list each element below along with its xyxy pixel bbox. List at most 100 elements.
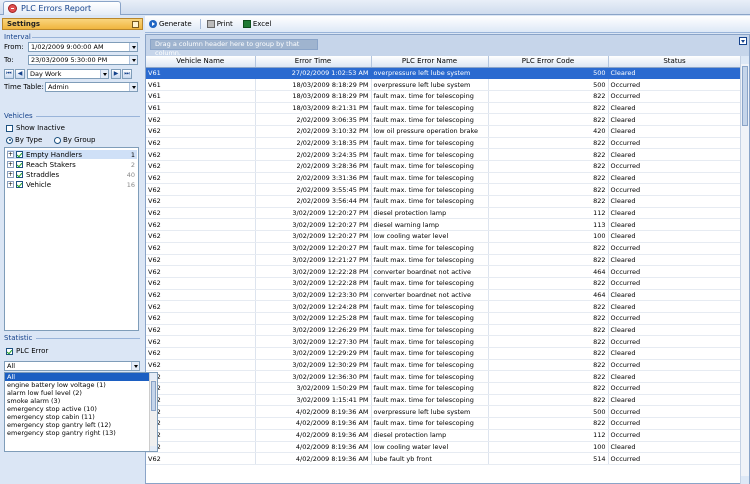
column-header-plc-error-name[interactable]: PLC Error Name [371,56,489,68]
column-header-error-time[interactable]: Error Time [255,56,372,68]
table-row[interactable]: V62 3/02/2009 12:20:27 PM low cooling wate… [146,230,742,243]
scroll-thumb[interactable] [742,66,748,126]
table-row[interactable]: V62 2/02/2009 3:06:35 PM fault max. time f… [146,113,742,126]
column-header-status[interactable]: Status [608,56,742,68]
table-row[interactable]: V62 3/02/2009 12:23:30 PM converter boardn… [146,289,742,302]
scroll-down-icon[interactable] [741,476,749,484]
scroll-down-icon[interactable] [150,446,157,451]
radio-icon[interactable] [54,136,61,144]
list-item[interactable]: emergency stop cabin (11) [5,413,157,421]
to-date-field[interactable]: 23/03/2009 5:30:00 PM [28,55,138,65]
table-row[interactable]: V623/02/2009 1:50:29 PMfault max. time f… [146,382,742,395]
scroll-up-icon[interactable] [150,373,157,380]
excel-button[interactable]: Excel [242,20,271,28]
table-row[interactable]: V62 3/02/2009 12:26:29 PM fault max. time … [146,324,742,337]
chevron-down-icon[interactable] [100,70,108,78]
list-item[interactable]: emergency stop active (10) [5,405,157,413]
expand-icon[interactable]: + [7,161,14,168]
group-by-panel[interactable]: Drag a column header here to group by th… [146,35,749,57]
close-icon[interactable] [8,4,17,13]
checkbox-icon[interactable] [6,347,13,355]
checkbox-icon[interactable] [16,161,23,168]
table-row[interactable]: V62 4/02/2009 8:19:36 AM lube fault yb fro… [146,452,742,465]
by-group-radio[interactable]: By Group [54,136,95,144]
next-period-button[interactable]: ▶ [111,69,121,79]
scroll-up-icon[interactable] [741,56,749,64]
list-item[interactable]: emergency stop gantry left (12) [5,421,157,429]
table-row[interactable]: V62 3/02/2009 12:29:29 PM fault max. time … [146,347,742,360]
timetable-select[interactable]: Admin [45,82,138,92]
checkbox-icon[interactable] [6,124,13,132]
table-cell: 822 [488,370,609,384]
by-type-radio[interactable]: By Type [6,136,42,144]
table-row[interactable]: V62 3/02/2009 12:22:28 PM converter boardn… [146,265,742,278]
table-row[interactable]: V62 3/02/2009 12:24:28 PM fault max. time … [146,300,742,313]
table-row[interactable]: V62 2/02/2009 3:31:36 PM fault max. time f… [146,172,742,185]
tab-plc-errors-report[interactable]: PLC Errors Report [3,1,121,15]
tree-item-empty-handlers[interactable]: + Empty Handlers 1 [7,150,137,159]
vehicles-tree[interactable]: + Empty Handlers 1 + Reach Stakers 2 + S… [4,147,139,331]
table-row[interactable]: V62 3/02/2009 12:21:27 PM fault max. time … [146,254,742,267]
calendar-dropdown-icon[interactable] [129,56,137,64]
table-row[interactable]: V62 3/02/2009 12:20:27 PM diesel protectio… [146,207,742,220]
checkbox-icon[interactable] [16,181,23,188]
list-item[interactable]: engine battery low voltage (1) [5,381,157,389]
list-scrollbar[interactable] [149,373,157,451]
table-row[interactable]: V623/02/2009 12:36:30 PMfault max. time … [146,370,742,384]
radio-selected-icon[interactable] [6,136,13,144]
shift-select[interactable]: Day Work [27,69,109,79]
table-row[interactable]: V62 2/02/2009 3:24:35 PM fault max. time f… [146,148,742,161]
chevron-down-icon[interactable] [129,83,137,91]
from-date-field[interactable]: 1/02/2009 9:00:00 AM [28,42,138,52]
expand-icon[interactable]: + [7,181,14,188]
column-header-plc-error-code[interactable]: PLC Error Code [488,56,609,68]
table-row[interactable]: V624/02/2009 8:19:36 AMdiesel protection… [146,429,742,442]
table-row[interactable]: V624/02/2009 8:19:36 AMoverpressure left… [146,405,742,419]
list-item[interactable]: smoke alarm (3) [5,397,157,405]
grid-scrollbar[interactable] [740,56,749,484]
table-row[interactable]: V62 3/02/2009 12:22:28 PM fault max. time … [146,277,742,290]
table-row[interactable]: V61 18/03/2009 8:18:29 PM overpressure lef… [146,78,742,91]
table-row[interactable]: V62 3/02/2009 12:20:27 PM fault max. time … [146,242,742,255]
table-row[interactable]: V62 3/02/2009 12:25:28 PM fault max. time … [146,312,742,325]
table-row[interactable]: V62 3/02/2009 12:27:30 PM fault max. time … [146,335,742,348]
expand-icon[interactable]: + [7,151,14,158]
column-chooser-icon[interactable] [739,37,747,45]
table-row[interactable]: V62 2/02/2009 3:28:36 PM fault max. time f… [146,160,742,173]
first-period-button[interactable]: ⏮ [4,69,14,79]
scroll-thumb[interactable] [151,381,156,411]
table-row[interactable]: V61 27/02/2009 1:02:53 AM overpressure lef… [146,67,742,80]
expand-icon[interactable]: + [7,171,14,178]
table-row[interactable]: V61 18/03/2009 8:18:29 PM fault max. time … [146,90,742,103]
pin-icon[interactable] [132,21,139,28]
last-period-button[interactable]: ⏭ [122,69,132,79]
list-item[interactable]: emergency stop gantry right (13) [5,429,157,437]
table-row[interactable]: V62 2/02/2009 3:55:45 PM fault max. time f… [146,183,742,197]
table-row[interactable]: V624/02/2009 8:19:36 AMlow cooling water… [146,441,742,454]
table-row[interactable]: V62 3/02/2009 12:20:27 PM diesel warning l… [146,218,742,232]
print-button[interactable]: Print [206,20,233,28]
table-row[interactable]: V62 2/02/2009 3:18:35 PM fault max. time f… [146,137,742,150]
table-row[interactable]: V62 2/02/2009 3:10:32 PM low oil pressure … [146,125,742,138]
list-item[interactable]: All [5,373,157,381]
tree-item-reach-stakers[interactable]: + Reach Stakers 2 [7,160,137,169]
plc-error-filter-select[interactable]: All [4,361,140,371]
tree-item-vehicle[interactable]: + Vehicle 16 [7,180,137,189]
checkbox-icon[interactable] [16,151,23,158]
table-row[interactable]: V62 2/02/2009 3:56:44 PM fault max. time f… [146,195,742,208]
list-item[interactable]: alarm low fuel level (2) [5,389,157,397]
calendar-dropdown-icon[interactable] [129,43,137,51]
table-row[interactable]: V61 18/03/2009 8:21:31 PM fault max. time … [146,102,742,115]
table-row[interactable]: V624/02/2009 8:19:36 AMfault max. time f… [146,417,742,430]
previous-period-button[interactable]: ◀ [15,69,25,79]
column-header-vehicle-name[interactable]: Vehicle Name [146,56,256,68]
table-row[interactable]: V623/02/2009 1:15:41 PMfault max. time f… [146,394,742,407]
plc-error-dropdown-list[interactable]: All engine battery low voltage (1) alarm… [4,372,158,452]
chevron-down-icon[interactable] [131,362,139,370]
checkbox-icon[interactable] [16,171,23,178]
plc-error-checkbox[interactable]: PLC Error [6,347,48,355]
tree-item-straddles[interactable]: + Straddles 40 [7,170,137,179]
generate-button[interactable]: Generate [149,20,192,28]
show-inactive-checkbox[interactable]: Show Inactive [6,124,65,132]
table-row[interactable]: V62 3/02/2009 12:30:29 PM fault max. time … [146,359,742,372]
